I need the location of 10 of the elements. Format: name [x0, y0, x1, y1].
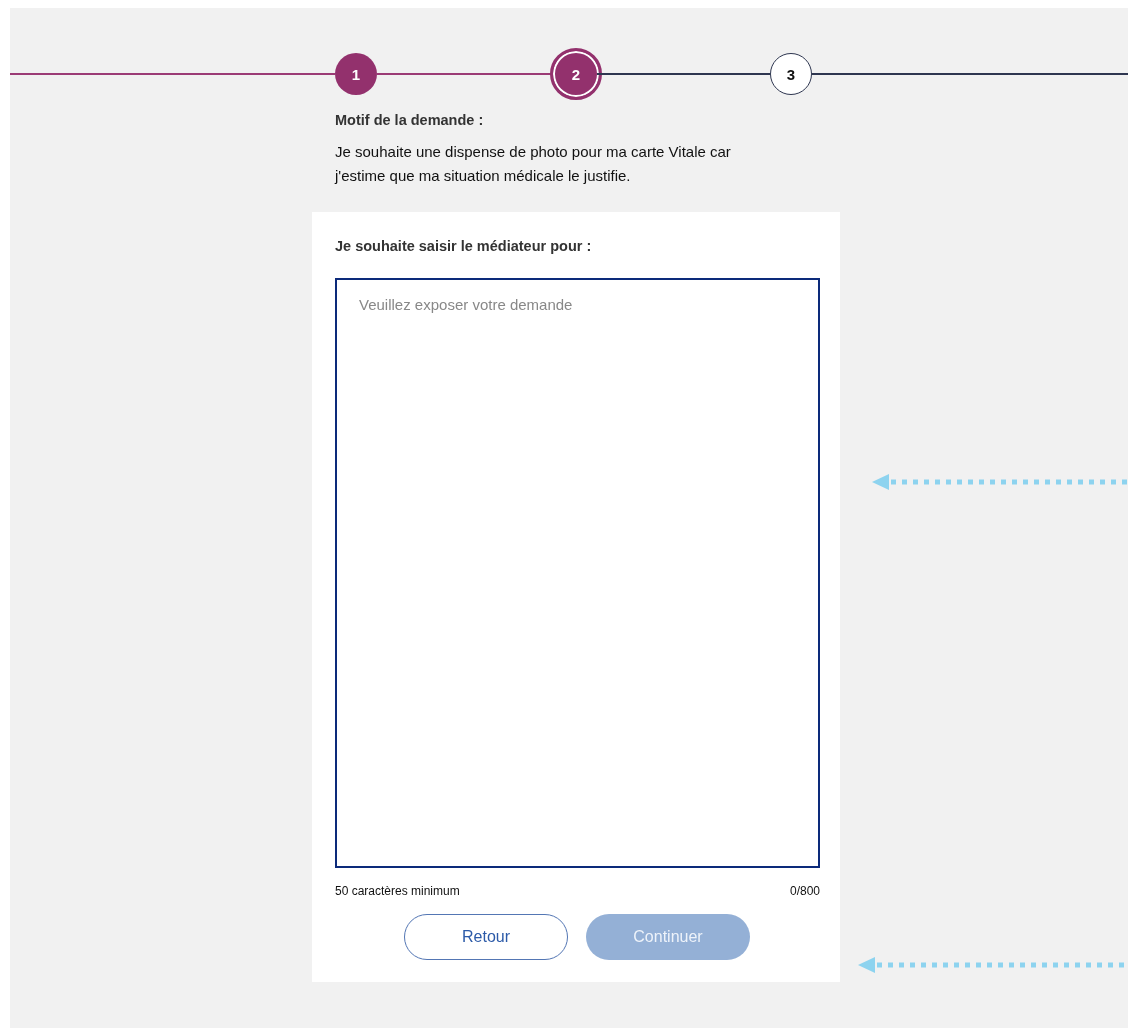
step-indicator: 1 [335, 53, 377, 95]
request-textarea[interactable]: Veuillez exposer votre demande [335, 278, 820, 868]
step-indicator: 2 [550, 48, 602, 100]
back-button[interactable]: Retour [404, 914, 568, 960]
step-indicator: 3 [770, 53, 812, 95]
reason-text: Je souhaite une dispense de photo pour ma carte Vitale car j'estime que ma situation médicale le justifie. [335, 142, 732, 186]
section-label: Motif de la demande : [335, 112, 485, 128]
character-counter: 0/800 [789, 884, 820, 898]
field-label: Je souhaite saisir le médiateur pour : [335, 238, 593, 254]
minimum-hint: 50 caractères minimum [335, 884, 460, 898]
